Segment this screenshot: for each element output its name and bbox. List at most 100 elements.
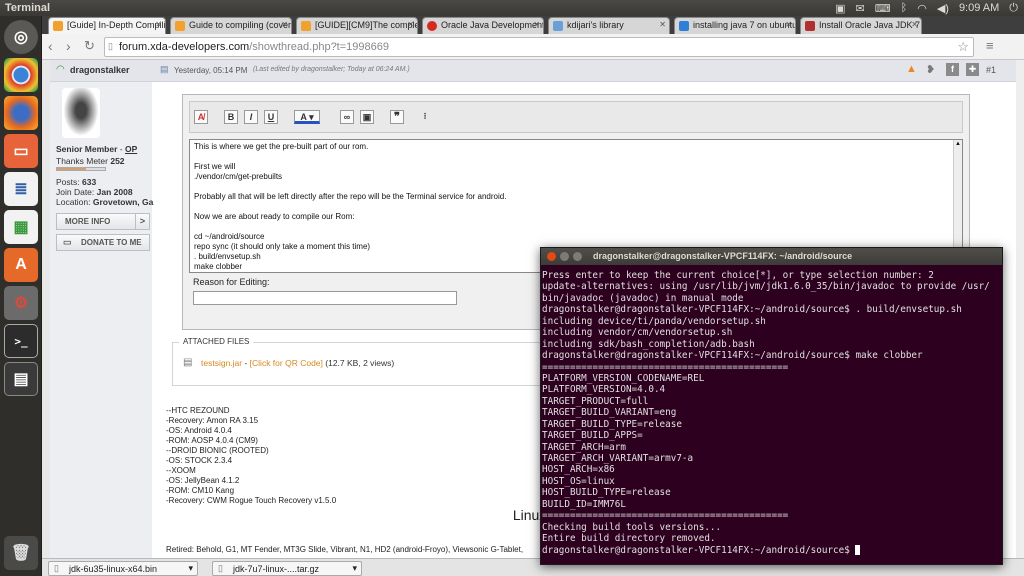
mail-icon[interactable]: ✉	[855, 2, 864, 15]
op-badge: OP	[124, 144, 138, 154]
tab-3[interactable]: Oracle Java Development ✕	[422, 17, 544, 34]
italic-button[interactable]: I	[244, 110, 258, 124]
signature-line: -ROM: CM10 Kang	[166, 486, 235, 495]
active-app-title: Terminal	[5, 2, 51, 14]
terminal-line: ========================================…	[542, 510, 789, 522]
terminal-line: TARGET_BUILD_APPS=	[542, 430, 643, 442]
facebook-icon[interactable]: f	[946, 63, 959, 76]
tab-4[interactable]: kdijari's library ✕	[548, 17, 670, 34]
signature-line: -Recovery: CWM Rogue Touch Recovery v1.5…	[166, 496, 337, 505]
url-domain: forum.xda-developers.com	[119, 41, 250, 53]
post-header: ◠ dragonstalker ▤ Yesterday, 05:14 PM (L…	[50, 60, 1024, 82]
chevron-down-icon[interactable]: ▾	[188, 563, 193, 574]
oracle-favicon-icon	[427, 21, 437, 31]
firefox-icon[interactable]	[4, 96, 38, 130]
close-icon[interactable]: ✕	[533, 20, 540, 29]
close-icon[interactable]	[547, 252, 556, 261]
remove-format-icon[interactable]: A̸	[194, 110, 208, 124]
share-icon[interactable]: ✚	[966, 63, 979, 76]
terminal-line: including device/ti/panda/vendorsetup.sh	[542, 315, 766, 327]
post-username[interactable]: dragonstalker	[70, 65, 130, 75]
link-icon[interactable]: ∞	[340, 110, 354, 124]
more-info-button[interactable]: MORE INFO >	[56, 213, 150, 230]
reload-button[interactable]: ↻	[84, 38, 95, 54]
report-icon[interactable]: ▲	[906, 63, 917, 75]
post-icon: ▤	[160, 64, 169, 74]
library-favicon-icon	[553, 21, 563, 31]
wifi-icon[interactable]: ◠	[917, 2, 927, 15]
close-icon[interactable]: ✕	[911, 20, 918, 29]
back-button[interactable]: ‹	[48, 38, 53, 54]
terminal-line: PLATFORM_VERSION=4.0.4	[542, 384, 666, 396]
twitter-icon[interactable]: ❥	[926, 63, 935, 76]
terminal-line: HOST_BUILD_TYPE=release	[542, 487, 671, 499]
trash-icon[interactable]: 🗑	[4, 536, 38, 570]
font-color-button[interactable]: A ▾	[294, 110, 320, 124]
close-icon[interactable]: ✕	[155, 20, 162, 29]
avatar[interactable]	[62, 88, 100, 138]
dash-icon[interactable]: ◎	[4, 20, 38, 54]
terminal-line: Entire build directory removed.	[542, 533, 716, 545]
terminal-titlebar[interactable]: dragonstalker@dragonstalker-VPCF114FX: ~…	[541, 248, 1002, 265]
maximize-icon[interactable]	[573, 252, 582, 261]
post-number[interactable]: #1	[986, 65, 996, 75]
dropbox-icon[interactable]: ▣	[835, 2, 845, 15]
user-rank: Senior Member	[56, 144, 118, 154]
settings-icon[interactable]: ⚙	[4, 286, 38, 320]
terminal-line: PLATFORM_VERSION_CODENAME=REL	[542, 372, 705, 384]
bluetooth-icon[interactable]: ᛒ	[901, 2, 908, 15]
address-bar[interactable]: ▯ forum.xda-developers.com/showthread.ph…	[104, 37, 974, 57]
toolbar: ‹ › ↻ ▯ forum.xda-developers.com/showthr…	[42, 34, 1024, 60]
bookmark-star-icon[interactable]: ☆	[957, 39, 969, 55]
terminal-line: TARGET_BUILD_TYPE=release	[542, 418, 682, 430]
bold-button[interactable]: B	[224, 110, 238, 124]
forward-button[interactable]: ›	[66, 38, 71, 54]
file-icon: ▤	[183, 357, 193, 368]
terminal-icon[interactable]: >_	[4, 324, 38, 358]
tab-label: Install Oracle Java JDK 7 ir	[819, 20, 922, 30]
underline-button[interactable]: U	[264, 110, 278, 124]
power-icon[interactable]: ⏻	[1009, 2, 1018, 15]
close-icon[interactable]: ✕	[659, 20, 666, 29]
tab-1[interactable]: Guide to compiling (cover: ✕	[170, 17, 292, 34]
files-icon[interactable]: ▭	[4, 134, 38, 168]
attached-files-box: ATTACHED FILES ▤ testsign.jar - [Click f…	[172, 337, 552, 386]
download-item[interactable]: ▯ jdk-6u35-linux-x64.bin ▾	[48, 561, 198, 576]
terminal-line: including sdk/bash_completion/adb.bash	[542, 338, 755, 350]
writer-icon[interactable]: ≣	[4, 172, 38, 206]
quote-icon[interactable]: ❞	[390, 110, 404, 124]
tab-2[interactable]: [GUIDE][CM9]The complet ✕	[296, 17, 418, 34]
tab-0[interactable]: [Guide] In-Depth Compilin ✕	[48, 17, 166, 34]
minimize-icon[interactable]	[560, 252, 569, 261]
keyboard-icon[interactable]: ⌨	[875, 2, 891, 15]
qr-code-link[interactable]: [Click for QR Code]	[250, 358, 323, 368]
page-scrollbar[interactable]	[1016, 60, 1024, 558]
reason-input[interactable]	[193, 291, 457, 305]
terminal-output[interactable]: Press enter to keep the current choice[*…	[541, 270, 1002, 564]
menu-icon[interactable]: ≡	[986, 38, 994, 53]
attachment-link[interactable]: testsign.jar	[201, 358, 242, 368]
terminal-prompt-line[interactable]: dragonstalker@dragonstalker-VPCF114FX:~/…	[542, 545, 1002, 556]
scroll-up-icon[interactable]: ▲	[955, 140, 961, 149]
terminal-title: dragonstalker@dragonstalker-VPCF114FX: ~…	[593, 251, 853, 261]
close-icon[interactable]: ✕	[785, 20, 792, 29]
calc-icon[interactable]: ▦	[4, 210, 38, 244]
volume-icon[interactable]: ◀)	[937, 2, 949, 15]
close-icon[interactable]: ✕	[281, 20, 288, 29]
close-icon[interactable]: ✕	[407, 20, 414, 29]
terminal-line: HOST_ARCH=x86	[542, 464, 615, 476]
tab-6[interactable]: Install Oracle Java JDK 7 ir ✕	[800, 17, 922, 34]
tab-5[interactable]: installing java 7 on ubuntu ✕	[674, 17, 796, 34]
chevron-down-icon[interactable]: ▾	[352, 563, 357, 574]
terminal-window[interactable]: dragonstalker@dragonstalker-VPCF114FX: ~…	[540, 247, 1003, 565]
software-center-icon[interactable]: A	[4, 248, 38, 282]
image-icon[interactable]: ▣	[360, 110, 374, 124]
download-item[interactable]: ▯ jdk-7u7-linux-....tar.gz ▾	[212, 561, 362, 576]
more-options-icon[interactable]: ⁝	[418, 110, 432, 124]
chromium-icon[interactable]	[4, 58, 38, 92]
clock[interactable]: 9:09 AM	[959, 2, 999, 15]
workspace-icon[interactable]: ▤	[4, 362, 38, 396]
donate-button[interactable]: ▭ DONATE TO ME	[56, 234, 150, 251]
